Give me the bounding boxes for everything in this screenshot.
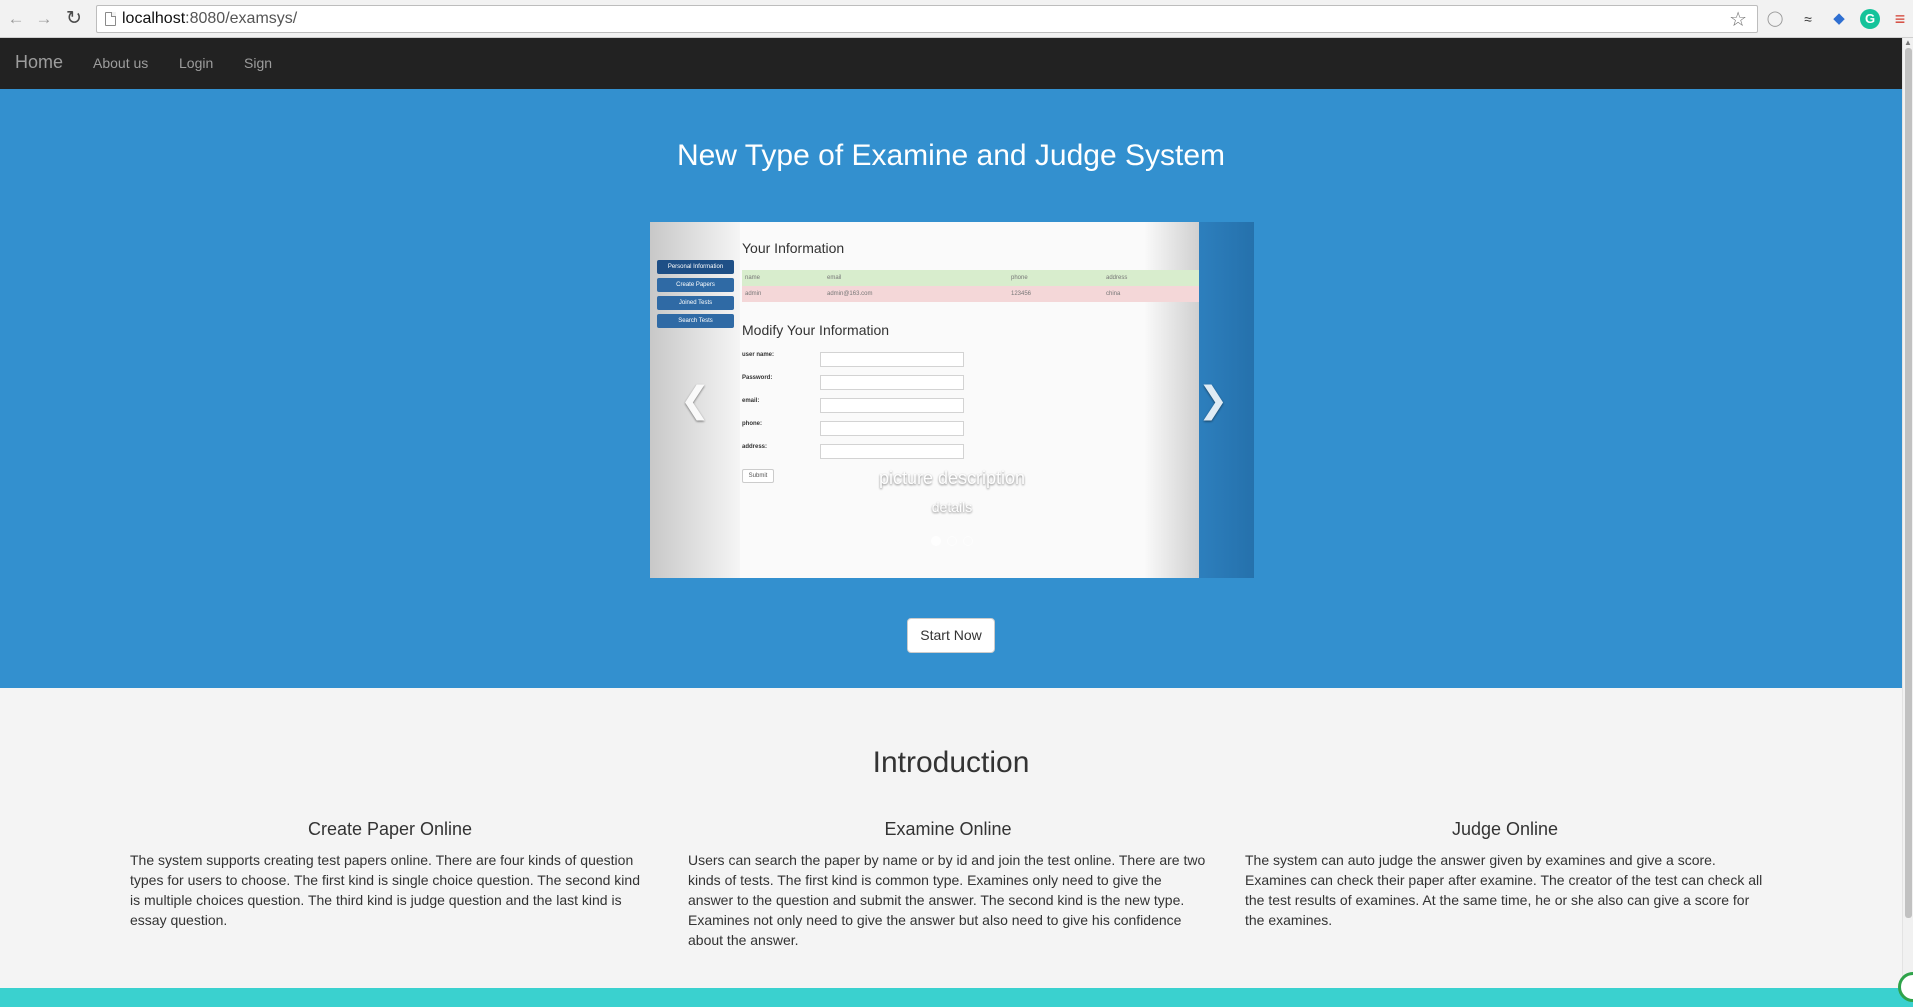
feature-heading: Create Paper Online [307,819,473,839]
introduction-title: Introduction [872,746,1030,779]
feature-column: Create Paper Online The system supports … [130,819,650,930]
back-arrow-icon[interactable]: ← [6,9,26,29]
slide-field-input [820,375,964,390]
nav-sign-link[interactable]: Sign [244,55,272,71]
scroll-up-icon[interactable]: ▲ [1904,38,1912,47]
slide-sidebar-item: Search Tests [657,314,734,328]
grammarly-extension-icon[interactable]: G [1860,9,1880,29]
reload-icon[interactable]: ↻ [64,9,84,29]
slide-field-input [820,444,964,459]
url-path: :8080/examsys/ [185,10,298,27]
carousel-slide: Personal Information Create Papers Joine… [650,222,1199,578]
page-scrollbar[interactable]: ▲ [1902,38,1913,988]
slide-table-header: email [827,275,842,281]
hero-title: New Type of Examine and Judge System [676,139,1226,172]
slide-table-header: phone [1011,275,1028,281]
slide-field-label: Password: [742,375,773,381]
site-navbar: Home About us Login Sign [0,38,1902,89]
slide-info-table: name email phone address admin admin@163… [742,270,1199,302]
nav-login-link[interactable]: Login [179,55,213,71]
feature-heading: Judge Online [1451,819,1559,839]
slide-sidebar-item: Create Papers [657,278,734,292]
menu-icon[interactable]: ≡ [1889,8,1911,30]
hero-section: New Type of Examine and Judge System Per… [0,89,1902,688]
slide-field-input [820,352,964,367]
slide-table-header: address [1106,275,1128,281]
forward-arrow-icon[interactable]: → [34,9,54,29]
slide-field-label: email: [742,398,760,404]
slide-field-label: user name: [742,352,775,358]
slide-table-cell: admin [745,291,762,297]
slide-modify-title: Modify Your Information [742,322,890,338]
slide-sidebar-item: Personal Information [657,260,734,274]
nav-home-link[interactable]: Home [15,52,63,73]
slide-field-label: address: [742,444,768,450]
start-now-button[interactable]: Start Now [907,618,995,653]
carousel-indicators [650,536,1254,546]
feature-heading: Examine Online [884,819,1012,839]
address-bar[interactable]: localhost:8080/examsys/ ☆ [96,5,1758,33]
slide-table-cell: china [1106,291,1121,297]
carousel-indicator[interactable] [963,536,973,546]
url-text[interactable]: localhost:8080/examsys/ [122,10,297,28]
diamond-extension-icon[interactable]: ◆ [1828,8,1850,30]
star-icon[interactable]: ☆ [1729,7,1747,32]
carousel-caption-text: details [931,499,973,515]
slide-field-input [820,421,964,436]
browser-toolbar: ← → ↻ localhost:8080/examsys/ ☆ ◯ ≈ ◆ G … [0,0,1913,38]
feature-text: The system can auto judge the answer giv… [1245,852,1763,928]
carousel-caption-title: picture description [878,468,1026,488]
slide-info-title: Your Information [742,240,845,256]
slide-field-input [820,398,964,413]
shield-extension-icon[interactable]: ◯ [1764,8,1786,30]
chevron-left-icon[interactable]: ❮ [680,382,710,418]
chevron-right-icon[interactable]: ❯ [1198,382,1228,418]
slide-field-label: phone: [742,421,762,427]
url-host: localhost [122,10,186,27]
feature-column: Judge Online The system can auto judge t… [1245,819,1765,930]
extension-icon[interactable]: ≈ [1797,8,1819,30]
nav-about-link[interactable]: About us [93,55,148,71]
carousel-indicator[interactable] [931,536,941,546]
slide-table-cell: 123456 [1011,291,1032,297]
slide-table-cell: admin@163.com [827,291,873,297]
feature-text: Users can search the paper by name or by… [688,852,1206,948]
feature-column: Examine Online Users can search the pape… [688,819,1208,950]
footer-strip [0,988,1913,1007]
slide-sidebar-item: Joined Tests [657,296,734,310]
slide-table-header: name [745,275,761,281]
scrollbar-thumb[interactable] [1905,48,1912,918]
page-icon [105,12,116,26]
screenshot-carousel[interactable]: Personal Information Create Papers Joine… [650,222,1254,578]
feature-text: The system supports creating test papers… [130,852,640,928]
carousel-indicator[interactable] [947,536,957,546]
